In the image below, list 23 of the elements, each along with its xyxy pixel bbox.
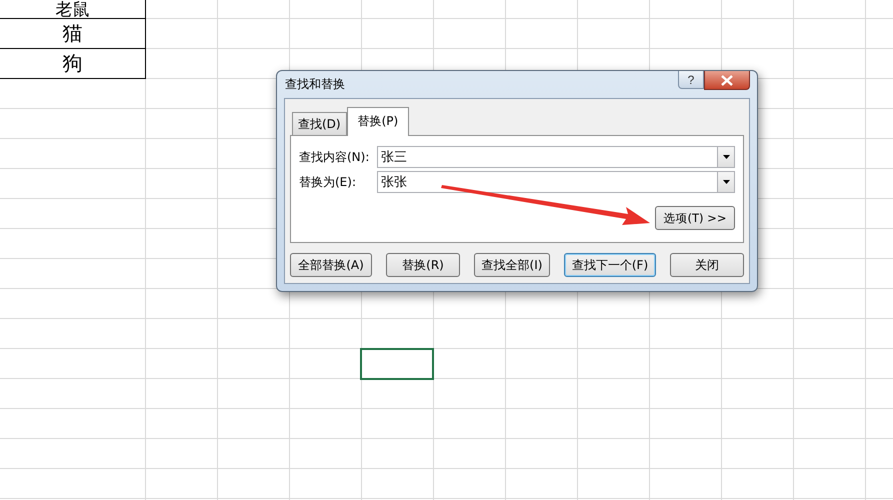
dialog-button[interactable]: 替换(R) <box>386 253 460 277</box>
window-title: 查找和替换 <box>284 76 345 93</box>
table-cell: 猫 <box>0 19 146 49</box>
field-label: 查找内容(N): <box>299 148 370 166</box>
field-label: 替换为(E): <box>299 174 357 190</box>
dropdown-icon <box>722 180 730 184</box>
dialog-button[interactable]: 查找下一个(F) <box>564 253 656 277</box>
combo-field[interactable]: 张张 <box>377 171 717 193</box>
close-button[interactable] <box>704 71 750 90</box>
dropdown-button[interactable] <box>717 146 735 168</box>
help-button[interactable]: ? <box>678 71 704 89</box>
close-icon <box>721 74 733 86</box>
dialog-button[interactable]: 关闭 <box>670 253 744 277</box>
options-button[interactable]: 选项(T) >> <box>655 206 735 230</box>
dropdown-button[interactable] <box>717 171 735 193</box>
combo-field[interactable]: 张三 <box>377 146 717 168</box>
dropdown-icon <box>722 155 730 159</box>
table-cell: 狗 <box>0 49 146 79</box>
tab[interactable]: 查找(D) <box>292 112 347 135</box>
table-cell: 老鼠 <box>0 0 146 19</box>
dialog-button[interactable]: 查找全部(I) <box>474 253 550 277</box>
dialog-button[interactable]: 全部替换(A) <box>290 253 372 277</box>
tab[interactable]: 替换(P) <box>346 107 410 136</box>
